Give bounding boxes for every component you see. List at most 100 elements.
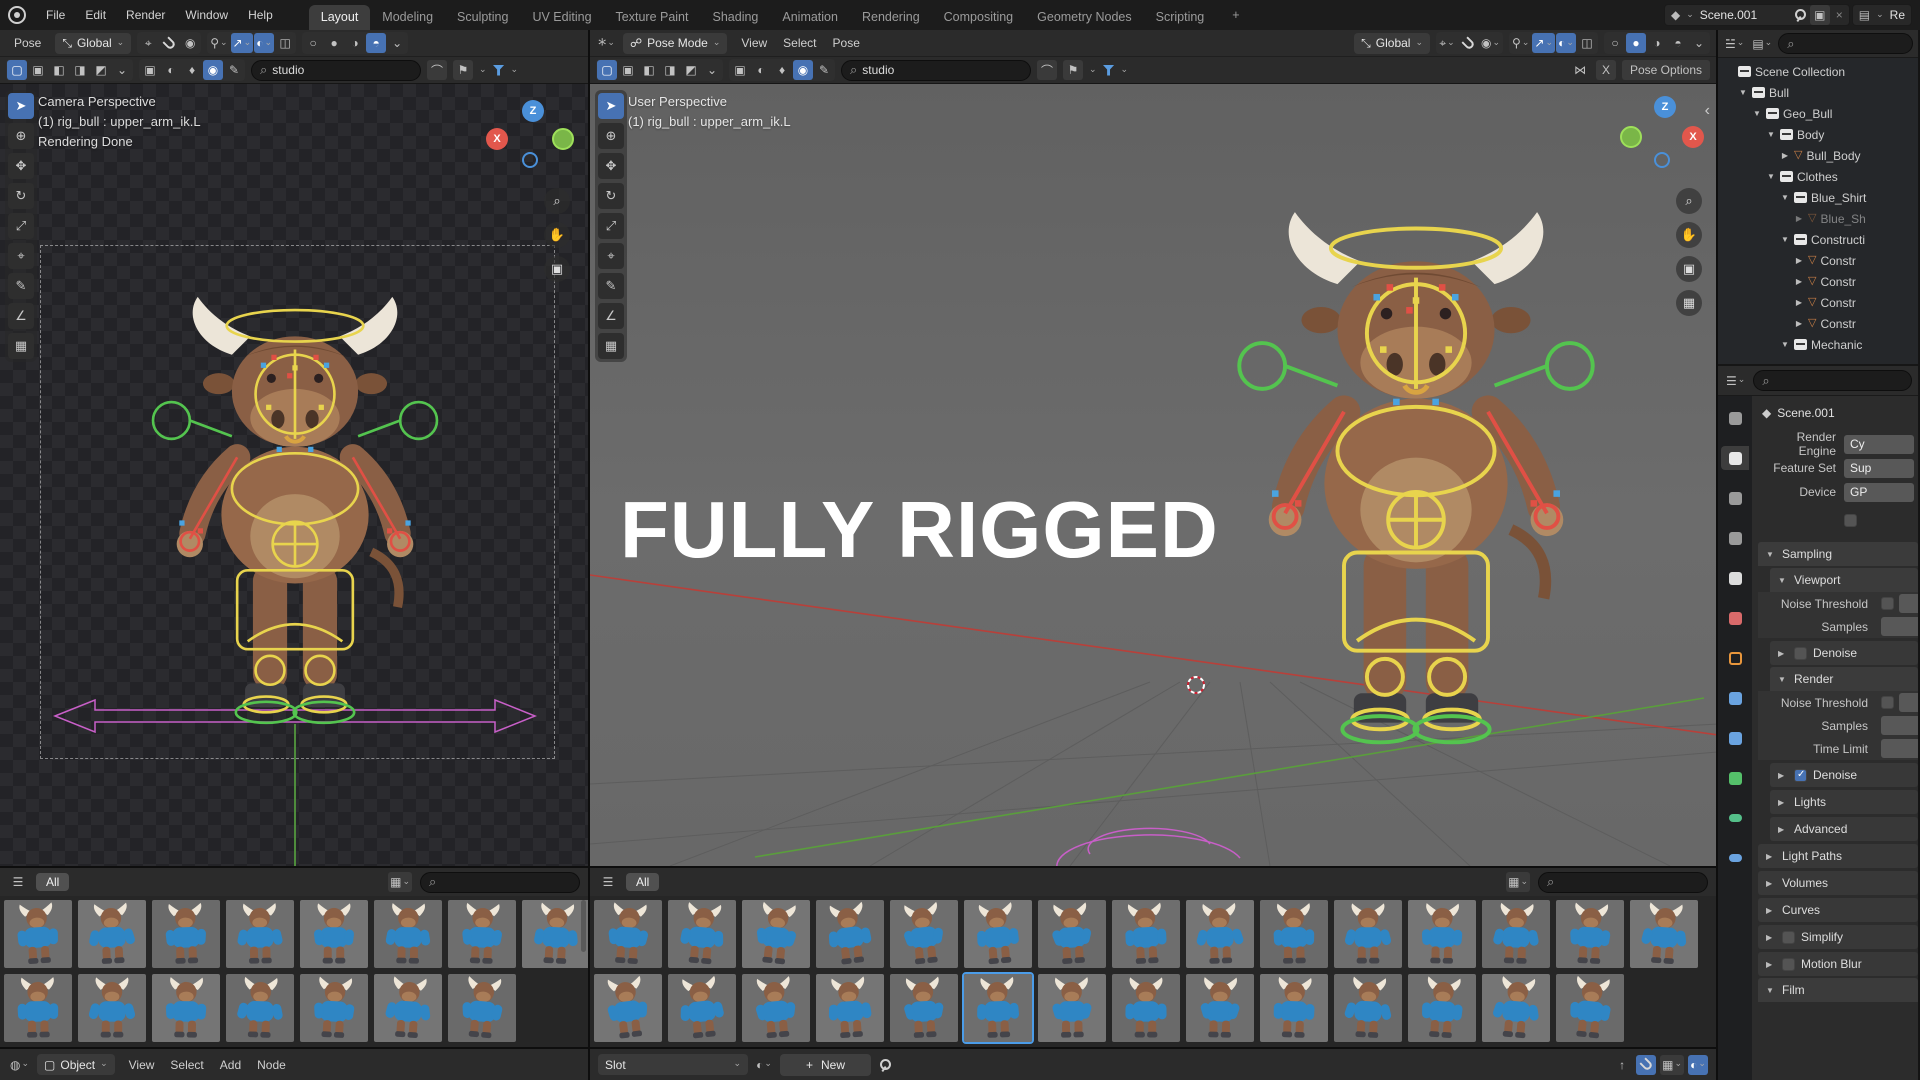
transform-tool-icon[interactable]: ⌖ [8, 243, 34, 269]
workspace-tab-sculpting[interactable]: Sculpting [445, 5, 520, 30]
section-sampling[interactable]: ▼Sampling [1758, 542, 1918, 566]
pose-asset-thumbnail[interactable] [446, 972, 518, 1044]
pose-asset-thumbnail[interactable] [224, 898, 296, 970]
catalog-tab-all[interactable]: All [626, 873, 659, 891]
property-dropdown[interactable]: GP [1844, 483, 1914, 502]
pose-asset-thumbnail[interactable] [888, 898, 960, 970]
select-new-icon[interactable]: ▢ [7, 60, 27, 80]
checkbox[interactable] [1794, 647, 1807, 660]
shading-dropdown-icon[interactable]: ⌄ [387, 33, 407, 53]
proportional-editing-icon[interactable]: ◉⌄ [1479, 33, 1502, 53]
disclosure-closed-icon[interactable]: ▶ [1794, 298, 1804, 307]
section-motion-blur[interactable]: ▶Motion Blur [1758, 952, 1918, 976]
select-new-icon[interactable]: ▢ [597, 60, 617, 80]
scrollbar[interactable] [581, 900, 586, 952]
section-viewport[interactable]: ▼Viewport [1770, 568, 1918, 592]
proportional-editing-icon[interactable]: ◉ [180, 33, 200, 53]
snap-magnet-icon[interactable] [1636, 1055, 1656, 1075]
property-value-field[interactable] [1899, 693, 1918, 712]
pose-asset-thumbnail[interactable] [592, 898, 664, 970]
checkbox[interactable] [1844, 514, 1857, 527]
left-mode-dropdown[interactable]: Pose [6, 36, 49, 50]
pin-icon[interactable] [1792, 8, 1804, 22]
pose-asset-thumbnail[interactable] [1480, 898, 1552, 970]
properties-tab-scene[interactable] [1721, 566, 1749, 590]
studio-search-center[interactable]: ⌕ studio [841, 60, 1031, 81]
outliner-row[interactable]: ▶▽Blue_Sh [1718, 208, 1918, 229]
pose-asset-thumbnail[interactable] [150, 972, 222, 1044]
disclosure-closed-icon[interactable]: ▶ [1794, 256, 1804, 265]
select-tool-icon[interactable]: ➤ [8, 93, 34, 119]
pose-asset-thumbnail[interactable] [1184, 972, 1256, 1044]
properties-editor-icon[interactable]: ☰⌄ [1724, 371, 1747, 391]
outliner-row[interactable]: ▶▽Bull_Body [1718, 145, 1918, 166]
properties-tab-object-data[interactable] [1721, 766, 1749, 790]
mode-dropdown[interactable]: ☍ Pose Mode ⌄ [623, 33, 727, 54]
pose-asset-thumbnail[interactable] [520, 898, 588, 970]
outliner-row[interactable]: ▼Body [1718, 124, 1918, 145]
studio-search-left[interactable]: ⌕ studio [251, 60, 421, 81]
outliner-row[interactable]: ▼Constructi [1718, 229, 1918, 250]
snap-target-icon[interactable]: ▦⌄ [1660, 1055, 1684, 1075]
pose-asset-thumbnail[interactable] [298, 898, 370, 970]
section-simplify[interactable]: ▶Simplify [1758, 925, 1918, 949]
disclosure-open-icon[interactable]: ▼ [1738, 88, 1748, 97]
properties-tab-modifiers[interactable] [1721, 686, 1749, 710]
workspace-tab-animation[interactable]: Animation [770, 5, 850, 30]
axis-x-handle[interactable]: X [1682, 126, 1704, 148]
outliner-filter-icon[interactable]: ▤⌄ [1750, 34, 1774, 54]
pose-asset-thumbnail[interactable] [1110, 972, 1182, 1044]
checkbox[interactable] [1881, 597, 1894, 610]
viewport-menu-view[interactable]: View [733, 36, 775, 50]
frame-icon[interactable]: ▣ [730, 60, 750, 80]
extra-tool-icon[interactable]: ▦ [598, 333, 624, 359]
properties-tab-bone[interactable] [1721, 806, 1749, 830]
outliner-row[interactable]: ▶▽Constr [1718, 292, 1918, 313]
section-volumes[interactable]: ▶Volumes [1758, 871, 1918, 895]
property-dropdown[interactable]: Sup [1844, 459, 1914, 478]
section-advanced[interactable]: ▶Advanced [1770, 817, 1918, 841]
select-extend-icon[interactable]: ▣ [618, 60, 638, 80]
pose-asset-thumbnail[interactable] [372, 972, 444, 1044]
pose-asset-thumbnail[interactable] [1332, 972, 1404, 1044]
property-value-field[interactable] [1881, 716, 1918, 735]
pose-asset-thumbnail[interactable] [76, 898, 148, 970]
axis-neg-z-handle[interactable] [522, 152, 538, 168]
workspace-tab-texture-paint[interactable]: Texture Paint [604, 5, 701, 30]
pose-options-button[interactable]: Pose Options [1622, 60, 1710, 80]
pose-asset-thumbnail[interactable] [666, 972, 738, 1044]
scene-selector[interactable]: ◆ ⌄ Scene.001 ▣ × [1664, 4, 1850, 26]
disclosure-open-icon[interactable]: ▼ [1766, 172, 1776, 181]
pose-asset-thumbnail[interactable] [1554, 898, 1626, 970]
properties-tab-output[interactable] [1721, 486, 1749, 510]
pose-asset-thumbnail[interactable] [1184, 898, 1256, 970]
mirror-axis-button[interactable]: X [1596, 60, 1616, 80]
disclosure-open-icon[interactable]: ▼ [1780, 235, 1790, 244]
xray-icon[interactable]: ◫ [275, 33, 295, 53]
measure-tool-icon[interactable]: ∠ [598, 303, 624, 329]
shading-solid-icon[interactable]: ● [1626, 33, 1646, 53]
matcap-icon[interactable]: ◐ [161, 60, 181, 80]
outliner-row[interactable]: Scene Collection [1718, 61, 1918, 82]
orientation-dropdown[interactable]: ⤡ Global ⌄ [55, 33, 131, 54]
pose-asset-thumbnail[interactable] [666, 898, 738, 970]
pose-asset-thumbnail-selected[interactable] [962, 972, 1034, 1044]
property-value-field[interactable] [1881, 739, 1918, 758]
pose-asset-thumbnail[interactable] [1258, 898, 1330, 970]
matcap-icon[interactable]: ◐ [751, 60, 771, 80]
move-tool-icon[interactable]: ✥ [598, 153, 624, 179]
properties-tab-tool[interactable] [1721, 406, 1749, 430]
axis-y-handle[interactable] [1620, 126, 1642, 148]
properties-tab-physics[interactable] [1721, 726, 1749, 750]
sidebar-toggle-icon[interactable]: ‹ [1705, 102, 1710, 120]
menu-help[interactable]: Help [238, 3, 283, 27]
outliner-row[interactable]: ▼Mechanic [1718, 334, 1918, 355]
cursor-tool-icon[interactable]: ⊕ [8, 123, 34, 149]
display-size-icon[interactable]: ▦⌄ [1506, 872, 1530, 892]
outliner-row[interactable]: ▼Blue_Shirt [1718, 187, 1918, 208]
editor-type-icon[interactable]: 🞵⌄ [596, 33, 617, 53]
shading-material-icon[interactable]: ◑ [345, 33, 365, 53]
section-film[interactable]: ▼Film [1758, 978, 1918, 1002]
outliner-search[interactable]: ⌕ [1778, 33, 1913, 54]
editor-type-icon[interactable]: ◍⌄ [8, 1055, 31, 1075]
